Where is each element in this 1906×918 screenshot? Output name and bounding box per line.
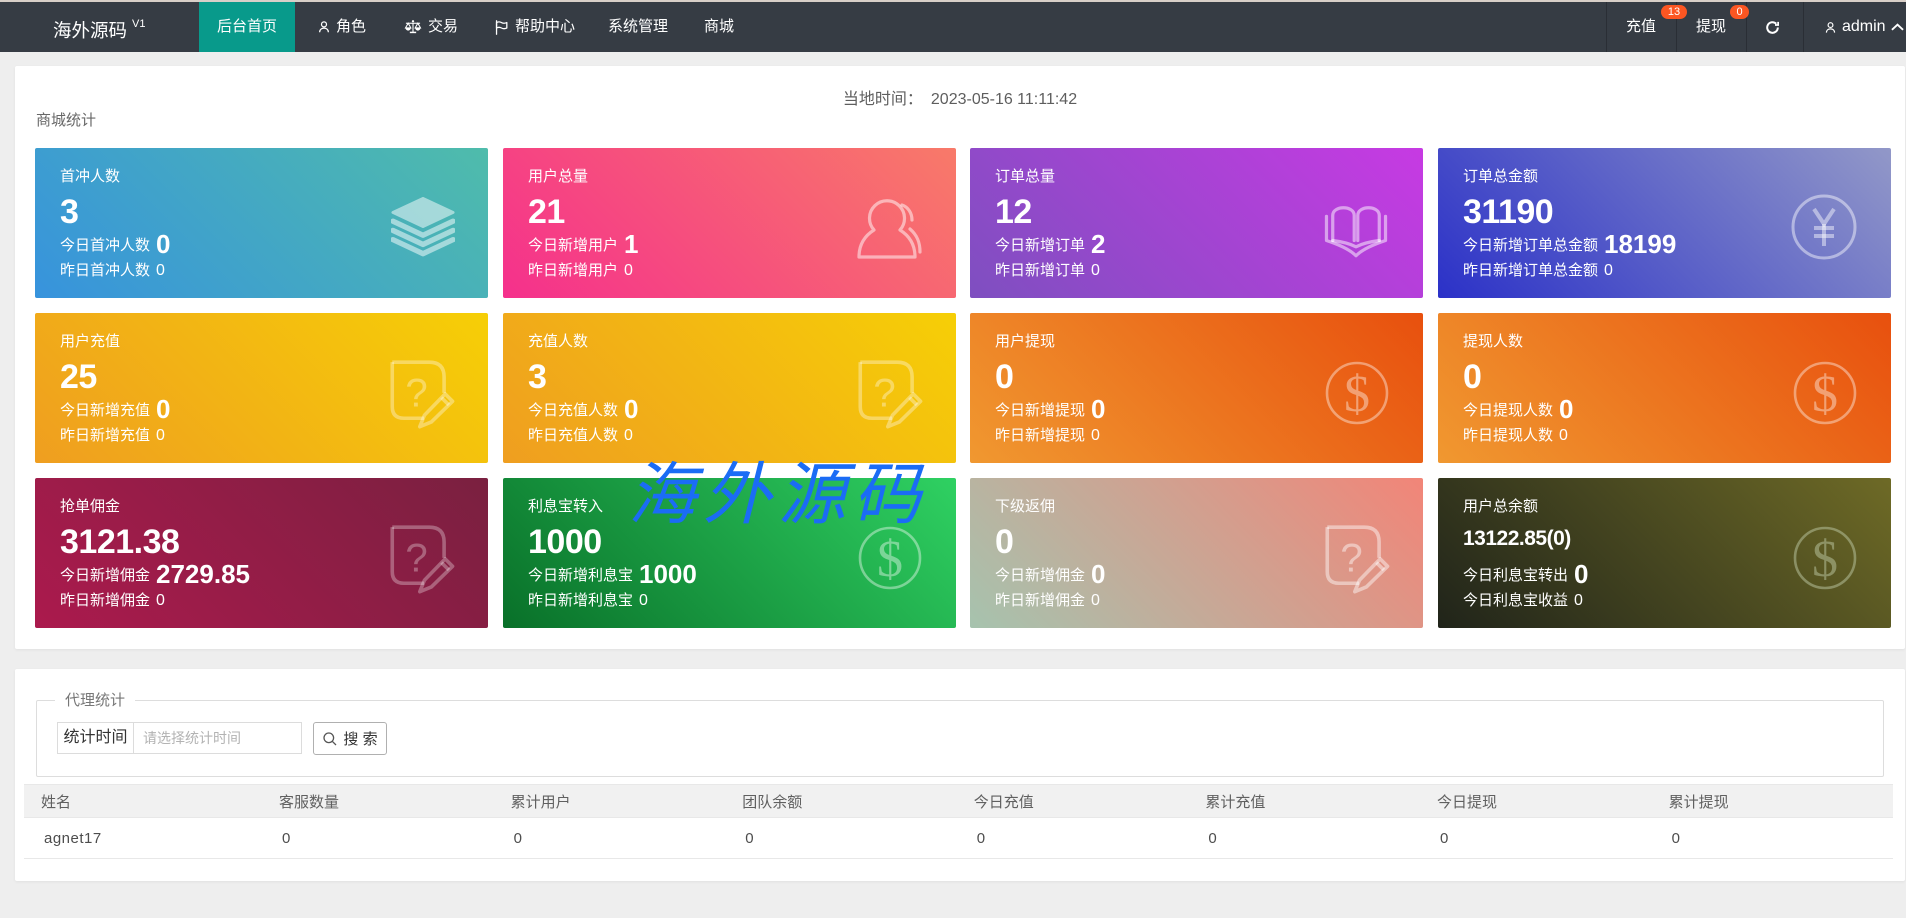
svg-text:?: ?: [405, 371, 427, 416]
svg-text:?: ?: [405, 536, 427, 581]
svg-text:?: ?: [873, 371, 895, 416]
svg-text:?: ?: [1340, 536, 1362, 581]
svg-text:$: $: [1812, 366, 1838, 423]
svg-text:$: $: [1812, 531, 1838, 588]
svg-text:$: $: [1344, 366, 1370, 423]
svg-text:$: $: [877, 531, 903, 588]
